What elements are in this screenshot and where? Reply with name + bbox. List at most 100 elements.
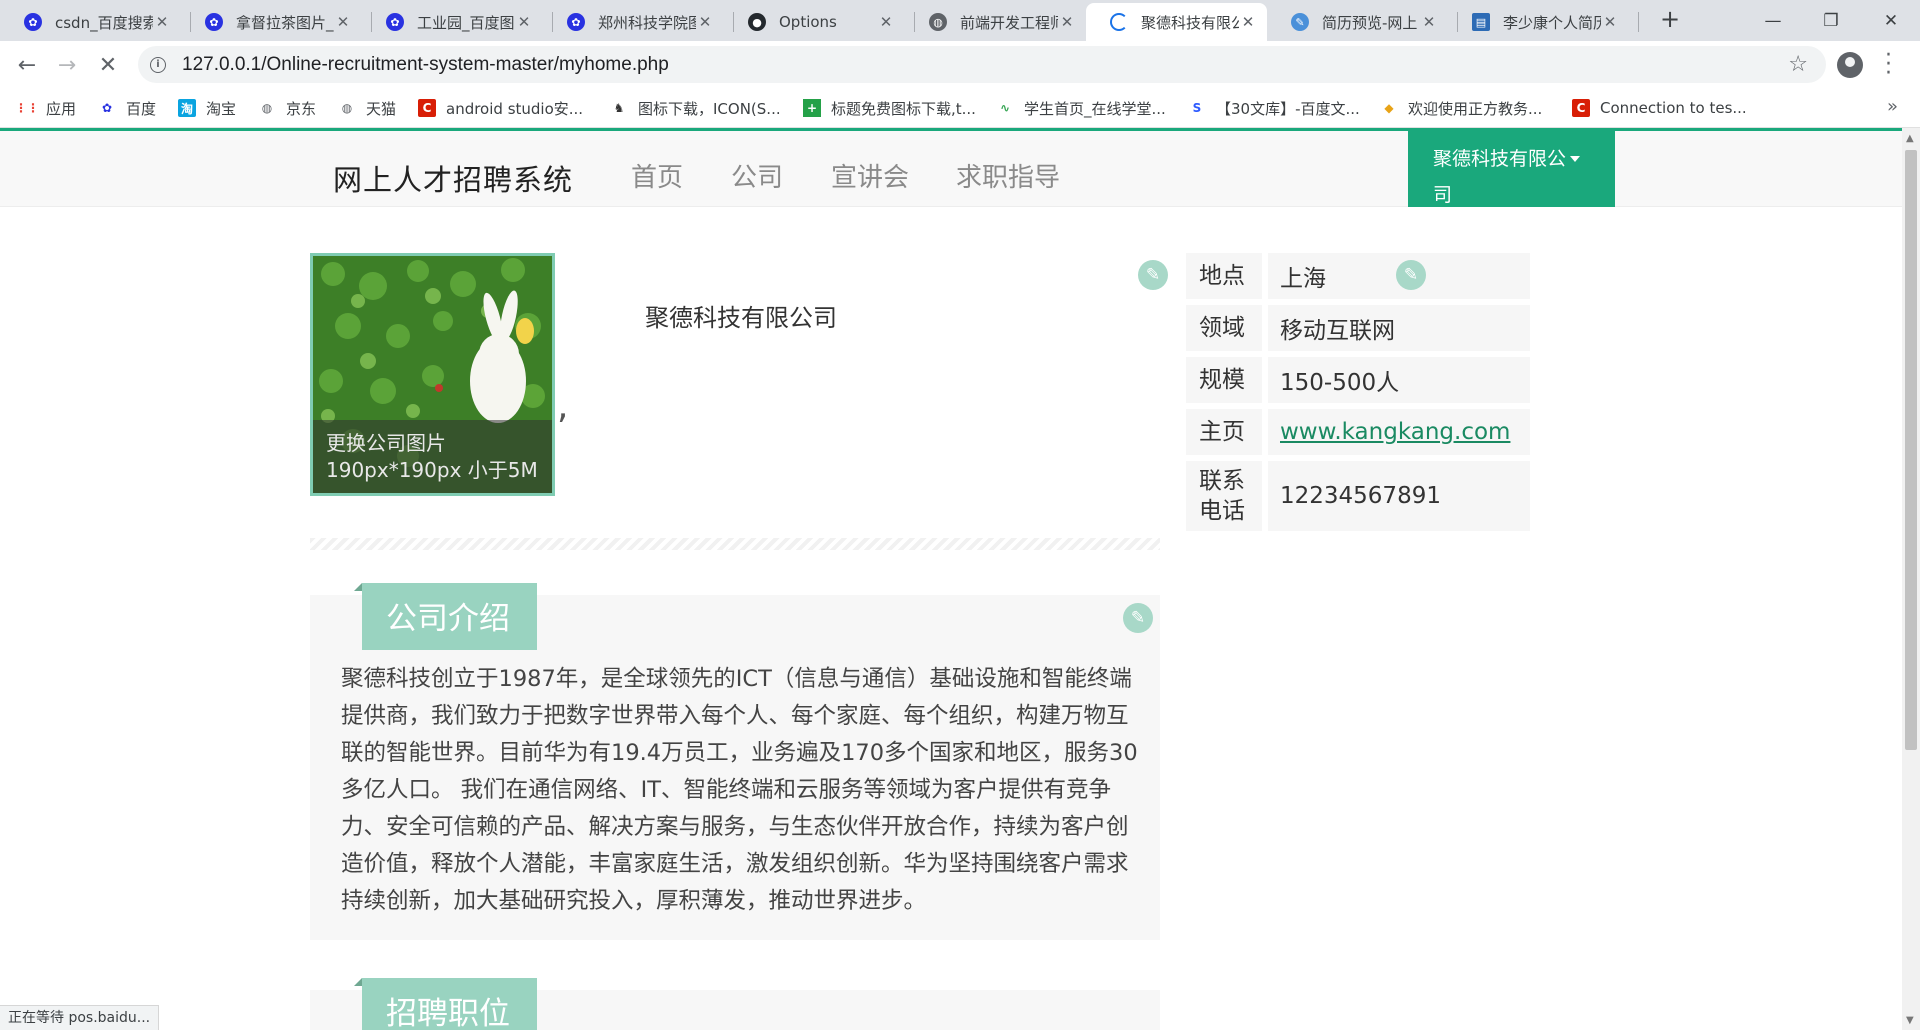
nav-link-guide[interactable]: 求职指导 — [956, 157, 1060, 194]
browser-tab[interactable]: ✿ 拿督拉茶图片_ ✕ — [181, 3, 362, 41]
restore-icon[interactable]: ❐ — [1802, 0, 1860, 41]
profile-avatar-icon[interactable] — [1837, 52, 1863, 78]
bookmark-item[interactable]: ∿ 学生首页_在线学堂... — [996, 88, 1166, 128]
tab-title: 李少康个人简历 — [1503, 13, 1601, 32]
bookmark-label: 天猫 — [366, 99, 397, 118]
info-value: 移动互联网 — [1268, 305, 1530, 351]
new-tab-button[interactable]: + — [1655, 5, 1685, 35]
csdn-c-icon: C — [1572, 99, 1590, 117]
bookmark-item[interactable]: ✿ 百度 — [98, 88, 156, 128]
scroll-thumb[interactable] — [1905, 150, 1917, 750]
minimize-icon[interactable]: — — [1744, 0, 1802, 41]
site-navbar: 网上人才招聘系统 首页 公司 宣讲会 求职指导 聚德科技有限公 司 — [0, 131, 1902, 207]
bookmark-item[interactable]: ♞ 图标下载，ICON(S... — [610, 88, 781, 128]
info-label: 领域 — [1186, 305, 1262, 351]
bookmark-label: 图标下载，ICON(S... — [638, 99, 781, 118]
info-label: 地点 — [1186, 253, 1262, 299]
close-window-icon[interactable]: ✕ — [1862, 0, 1920, 41]
nav-link-home[interactable]: 首页 — [631, 157, 683, 194]
bookmark-item[interactable]: + 标题免费图标下载,t... — [803, 88, 976, 128]
chevron-double-right-icon[interactable]: » — [1887, 96, 1898, 117]
info-row-location: 地点 上海 — [1186, 253, 1530, 299]
tab-title: Options — [779, 13, 837, 31]
bookmark-item[interactable]: ⋮⋮ 应用 — [15, 88, 77, 128]
edit-pencil-icon[interactable]: ✎ — [1396, 260, 1426, 290]
browser-tab[interactable]: ✿ 郑州科技学院图 ✕ — [543, 3, 724, 41]
bookmarks-bar: ⋮⋮ 应用 ✿ 百度 淘 淘宝 ◍ 京东 ◍ 天猫 C android stud… — [0, 88, 1920, 128]
close-icon[interactable]: ✕ — [515, 13, 533, 31]
jobs-section: 招聘职位 — [310, 978, 1160, 1030]
baidu-paw-icon: ✿ — [24, 13, 42, 31]
edit-pencil-icon[interactable]: ✎ — [1123, 603, 1153, 633]
browser-tab-active[interactable]: 聚德科技有限公 ✕ — [1086, 3, 1267, 41]
site-brand[interactable]: 网上人才招聘系统 — [333, 157, 573, 199]
browser-tab[interactable]: ◍ 前端开发工程师 ✕ — [905, 3, 1086, 41]
browser-tab[interactable]: ✿ 工业园_百度图 ✕ — [362, 3, 543, 41]
browser-tab[interactable]: ▤ 李少康个人简历 ✕ — [1448, 3, 1629, 41]
card-icon: ▤ — [1472, 13, 1490, 31]
baidu-paw-icon: ✿ — [567, 13, 585, 31]
address-bar[interactable]: i 127.0.0.1/Online-recruitment-system-ma… — [138, 46, 1826, 83]
bookmark-item[interactable]: 淘 淘宝 — [178, 88, 236, 128]
company-logo-upload[interactable]: 更换公司图片 190px*190px 小于5M — [310, 253, 555, 496]
scroll-down-arrow-icon[interactable]: ▼ — [1906, 1015, 1914, 1026]
info-label: 联系电话 — [1186, 461, 1262, 531]
github-icon: ● — [748, 13, 766, 31]
bookmark-label: 京东 — [286, 99, 317, 118]
baidu-paw-icon: ✿ — [101, 101, 113, 115]
globe-icon: ◍ — [341, 101, 353, 115]
info-value: 12234567891 — [1268, 461, 1530, 531]
homepage-link[interactable]: www.kangkang.com — [1268, 409, 1530, 455]
bookmark-item[interactable]: ◍ 京东 — [258, 88, 316, 128]
info-row-scale: 规模 150-500人 — [1186, 357, 1530, 403]
close-icon[interactable]: ✕ — [1601, 13, 1619, 31]
page-scrollbar[interactable]: ▲ ▼ — [1902, 128, 1920, 1030]
close-icon[interactable]: ✕ — [877, 13, 895, 31]
bookmark-item[interactable]: C Connection to tes... — [1572, 88, 1747, 128]
nav-link-company[interactable]: 公司 — [731, 157, 783, 194]
section-heading: 招聘职位 — [354, 978, 537, 1030]
tab-title: 简历预览-网上 — [1322, 13, 1418, 32]
bookmark-label: 淘宝 — [206, 99, 237, 118]
edit-pencil-icon[interactable]: ✎ — [1138, 260, 1168, 290]
logo-hint-size: 190px*190px 小于5M — [326, 458, 538, 482]
bookmark-item[interactable]: ◆ 欢迎使用正方教务... — [1380, 88, 1542, 128]
close-icon[interactable]: ✕ — [1058, 13, 1076, 31]
close-icon[interactable]: ✕ — [696, 13, 714, 31]
close-icon[interactable]: ✕ — [334, 13, 352, 31]
wenku-s-icon: S — [1192, 101, 1202, 115]
browser-tab[interactable]: ✿ csdn_百度搜索 ✕ — [0, 3, 181, 41]
globe-icon: ◍ — [929, 13, 947, 31]
info-value: 150-500人 — [1268, 357, 1530, 403]
close-icon[interactable]: ✕ — [1239, 13, 1257, 31]
logo-upload-hint: 更换公司图片 190px*190px 小于5M — [313, 420, 552, 493]
close-icon[interactable]: ✕ — [153, 13, 171, 31]
star-icon[interactable]: ☆ — [1788, 52, 1808, 77]
bookmark-label: 【30文库】-百度文... — [1216, 99, 1360, 118]
scroll-up-arrow-icon[interactable]: ▲ — [1906, 133, 1914, 144]
bookmark-item[interactable]: S 【30文库】-百度文... — [1188, 88, 1360, 128]
stop-loading-icon[interactable]: ✕ — [92, 49, 124, 81]
menu-dots-icon[interactable]: · · · — [1885, 45, 1892, 85]
info-icon[interactable]: i — [150, 56, 166, 73]
user-menu-dropdown[interactable]: 聚德科技有限公 司 — [1408, 131, 1615, 207]
bookmark-item[interactable]: ◍ 天猫 — [338, 88, 396, 128]
user-menu-label-wrap: 司 — [1433, 184, 1453, 206]
nav-link-talks[interactable]: 宣讲会 — [831, 157, 909, 194]
resume-icon: ✎ — [1291, 13, 1309, 31]
caret-down-icon — [1570, 156, 1580, 162]
logo-hint-title: 更换公司图片 — [326, 431, 446, 455]
bookmark-label: 学生首页_在线学堂... — [1024, 99, 1166, 118]
company-name: 聚德科技有限公司 — [645, 304, 837, 332]
status-bubble: 正在等待 pos.baidu... — [0, 1005, 160, 1030]
tab-title: 聚德科技有限公 — [1141, 13, 1239, 32]
close-icon[interactable]: ✕ — [1420, 13, 1438, 31]
tab-title: 郑州科技学院图 — [598, 13, 696, 32]
bookmark-label: 应用 — [46, 99, 77, 118]
browser-tab[interactable]: ● Options ✕ — [724, 3, 905, 41]
bookmark-item[interactable]: C android studio安... — [418, 88, 583, 128]
browser-tab[interactable]: ✎ 简历预览-网上 ✕ — [1267, 3, 1448, 41]
wave-icon: ∿ — [999, 101, 1011, 115]
back-arrow-icon[interactable]: ← — [11, 49, 43, 81]
forward-arrow-icon[interactable]: → — [51, 49, 83, 81]
